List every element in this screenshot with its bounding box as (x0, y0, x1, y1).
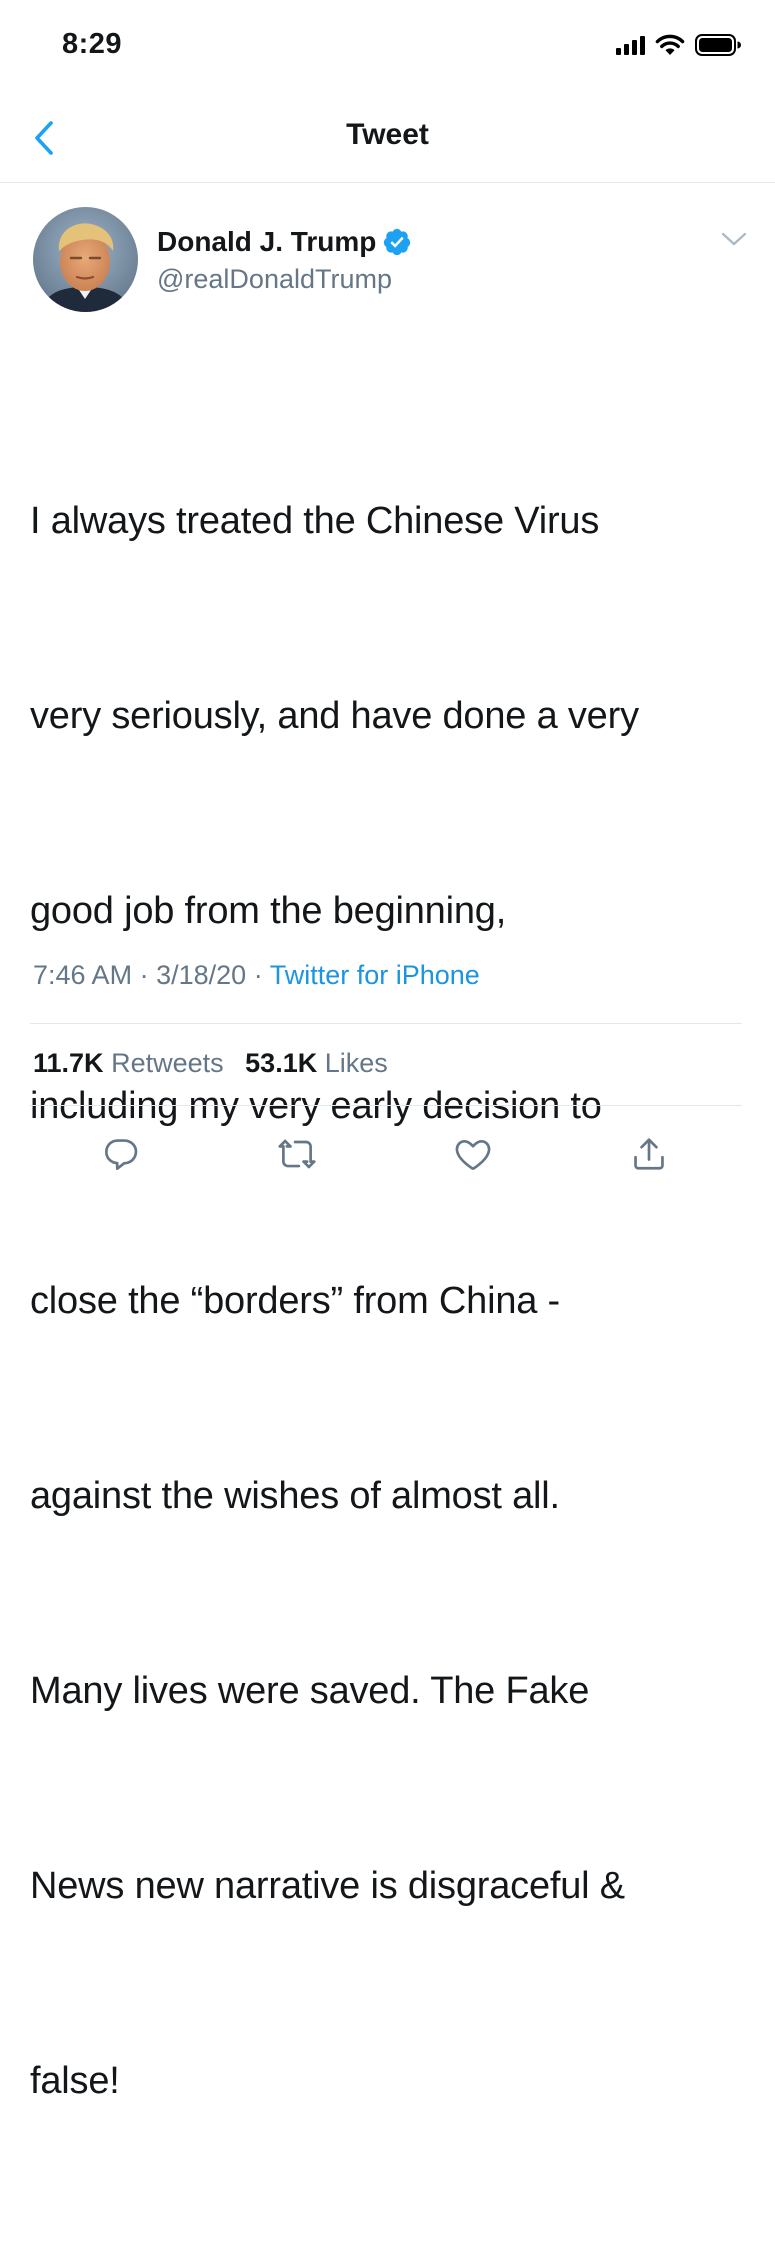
share-icon (634, 1138, 664, 1170)
reply-icon (105, 1139, 138, 1170)
tweet-time: 7:46 AM (33, 960, 133, 990)
divider (30, 1023, 742, 1024)
heart-icon (455, 1139, 491, 1170)
like-button[interactable] (451, 1132, 495, 1176)
tweet-text-line: false! (30, 2060, 120, 2102)
meta-separator: · (139, 960, 149, 990)
avatar-portrait-image (33, 207, 138, 312)
tweet-options-button[interactable] (721, 231, 747, 252)
tweet-stats: 11.7K Retweets 53.1K Likes (33, 1048, 402, 1079)
tweet-source-link[interactable]: Twitter for iPhone (270, 960, 480, 990)
nav-bar: Tweet (0, 96, 775, 183)
page-title: Tweet (346, 118, 429, 151)
tweet-text-line: close the “borders” from China - (30, 1280, 561, 1322)
retweets-label: Retweets (111, 1048, 224, 1078)
tweet-date: 3/18/20 (156, 960, 247, 990)
retweet-button[interactable] (275, 1132, 319, 1176)
divider (30, 1105, 742, 1106)
retweet-icon (278, 1139, 316, 1169)
likes-label: Likes (324, 1048, 388, 1078)
status-bar: 8:29 (0, 0, 775, 96)
battery-icon (695, 34, 741, 56)
retweets-stat[interactable]: 11.7K Retweets (33, 1048, 224, 1078)
reply-button[interactable] (99, 1132, 143, 1176)
status-icons (616, 34, 741, 56)
likes-count: 53.1K (245, 1048, 318, 1078)
tweet-meta: 7:46 AM · 3/18/20 · Twitter for iPhone (33, 960, 480, 991)
chevron-down-icon (721, 232, 747, 246)
avatar[interactable] (33, 207, 138, 312)
tweet-text: I always treated the Chinese Virus very … (30, 359, 742, 2244)
share-button[interactable] (627, 1132, 671, 1176)
wifi-icon (655, 34, 685, 55)
likes-stat[interactable]: 53.1K Likes (245, 1048, 388, 1078)
retweets-count: 11.7K (33, 1048, 104, 1078)
verified-badge-icon (384, 228, 411, 256)
author-handle: @realDonaldTrump (157, 264, 392, 294)
tweet-text-line: Many lives were saved. The Fake (30, 1670, 590, 1712)
tweet-text-line: good job from the beginning, (30, 890, 507, 932)
author-name: Donald J. Trump (157, 226, 377, 257)
tweet-actions (0, 1118, 775, 1184)
cellular-signal-icon (616, 35, 645, 55)
author-block[interactable]: Donald J. Trump @realDonaldTrump (157, 225, 412, 295)
tweet-text-line: very seriously, and have done a very (30, 695, 639, 737)
author-name-row: Donald J. Trump (157, 225, 412, 259)
tweet-text-line: News new narrative is disgraceful & (30, 1865, 625, 1907)
tweet-text-line: I always treated the Chinese Virus (30, 500, 600, 542)
meta-separator: · (253, 960, 263, 990)
tweet-text-line: against the wishes of almost all. (30, 1475, 560, 1517)
status-time: 8:29 (62, 28, 123, 60)
